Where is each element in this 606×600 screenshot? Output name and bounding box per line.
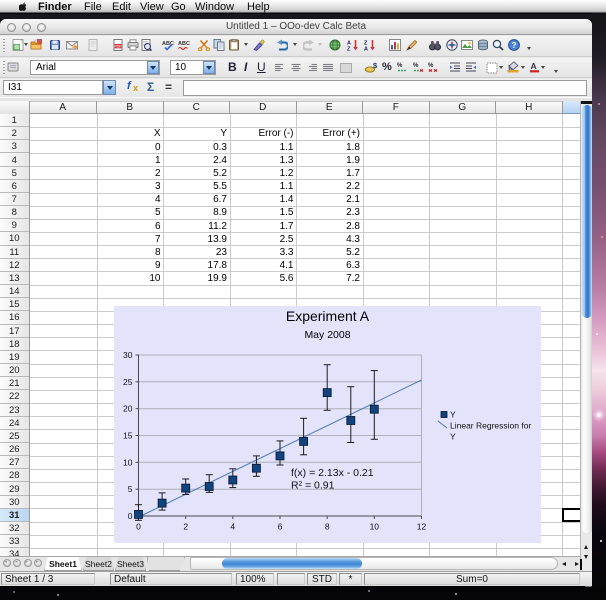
- svg-text:%: %: [397, 63, 403, 69]
- svg-text:6: 6: [278, 522, 283, 532]
- svg-text:%: %: [413, 63, 419, 69]
- svg-text:PDF: PDF: [114, 45, 122, 49]
- svg-text:10: 10: [123, 457, 133, 467]
- svg-text:20: 20: [123, 404, 133, 414]
- svg-text:15: 15: [123, 431, 133, 441]
- svg-text:Linear Regression for: Linear Regression for: [450, 421, 531, 431]
- svg-text:0: 0: [128, 511, 133, 521]
- svg-text:10: 10: [370, 522, 380, 532]
- svg-text:Y: Y: [450, 410, 456, 420]
- svg-text:?: ?: [512, 41, 517, 50]
- svg-text:f(x) = 2.13x - 0.21: f(x) = 2.13x - 0.21: [291, 467, 374, 479]
- svg-text:R² = 0.91: R² = 0.91: [291, 480, 335, 492]
- svg-text:30: 30: [123, 350, 133, 360]
- svg-text:0: 0: [136, 522, 141, 532]
- svg-text:12: 12: [417, 522, 427, 532]
- svg-text:A: A: [364, 47, 368, 52]
- svg-text:25: 25: [123, 377, 133, 387]
- svg-text:5: 5: [128, 484, 133, 494]
- svg-text:$: $: [373, 61, 377, 70]
- svg-text:ABC: ABC: [178, 41, 190, 47]
- svg-text:4: 4: [230, 522, 235, 532]
- svg-text:2: 2: [183, 522, 188, 532]
- svg-text:Z: Z: [347, 47, 351, 52]
- svg-text:Y: Y: [450, 432, 456, 442]
- svg-text:8: 8: [325, 522, 330, 532]
- svg-text:A: A: [531, 61, 537, 71]
- svg-text:ABC: ABC: [162, 41, 174, 47]
- svg-text:%: %: [428, 63, 434, 69]
